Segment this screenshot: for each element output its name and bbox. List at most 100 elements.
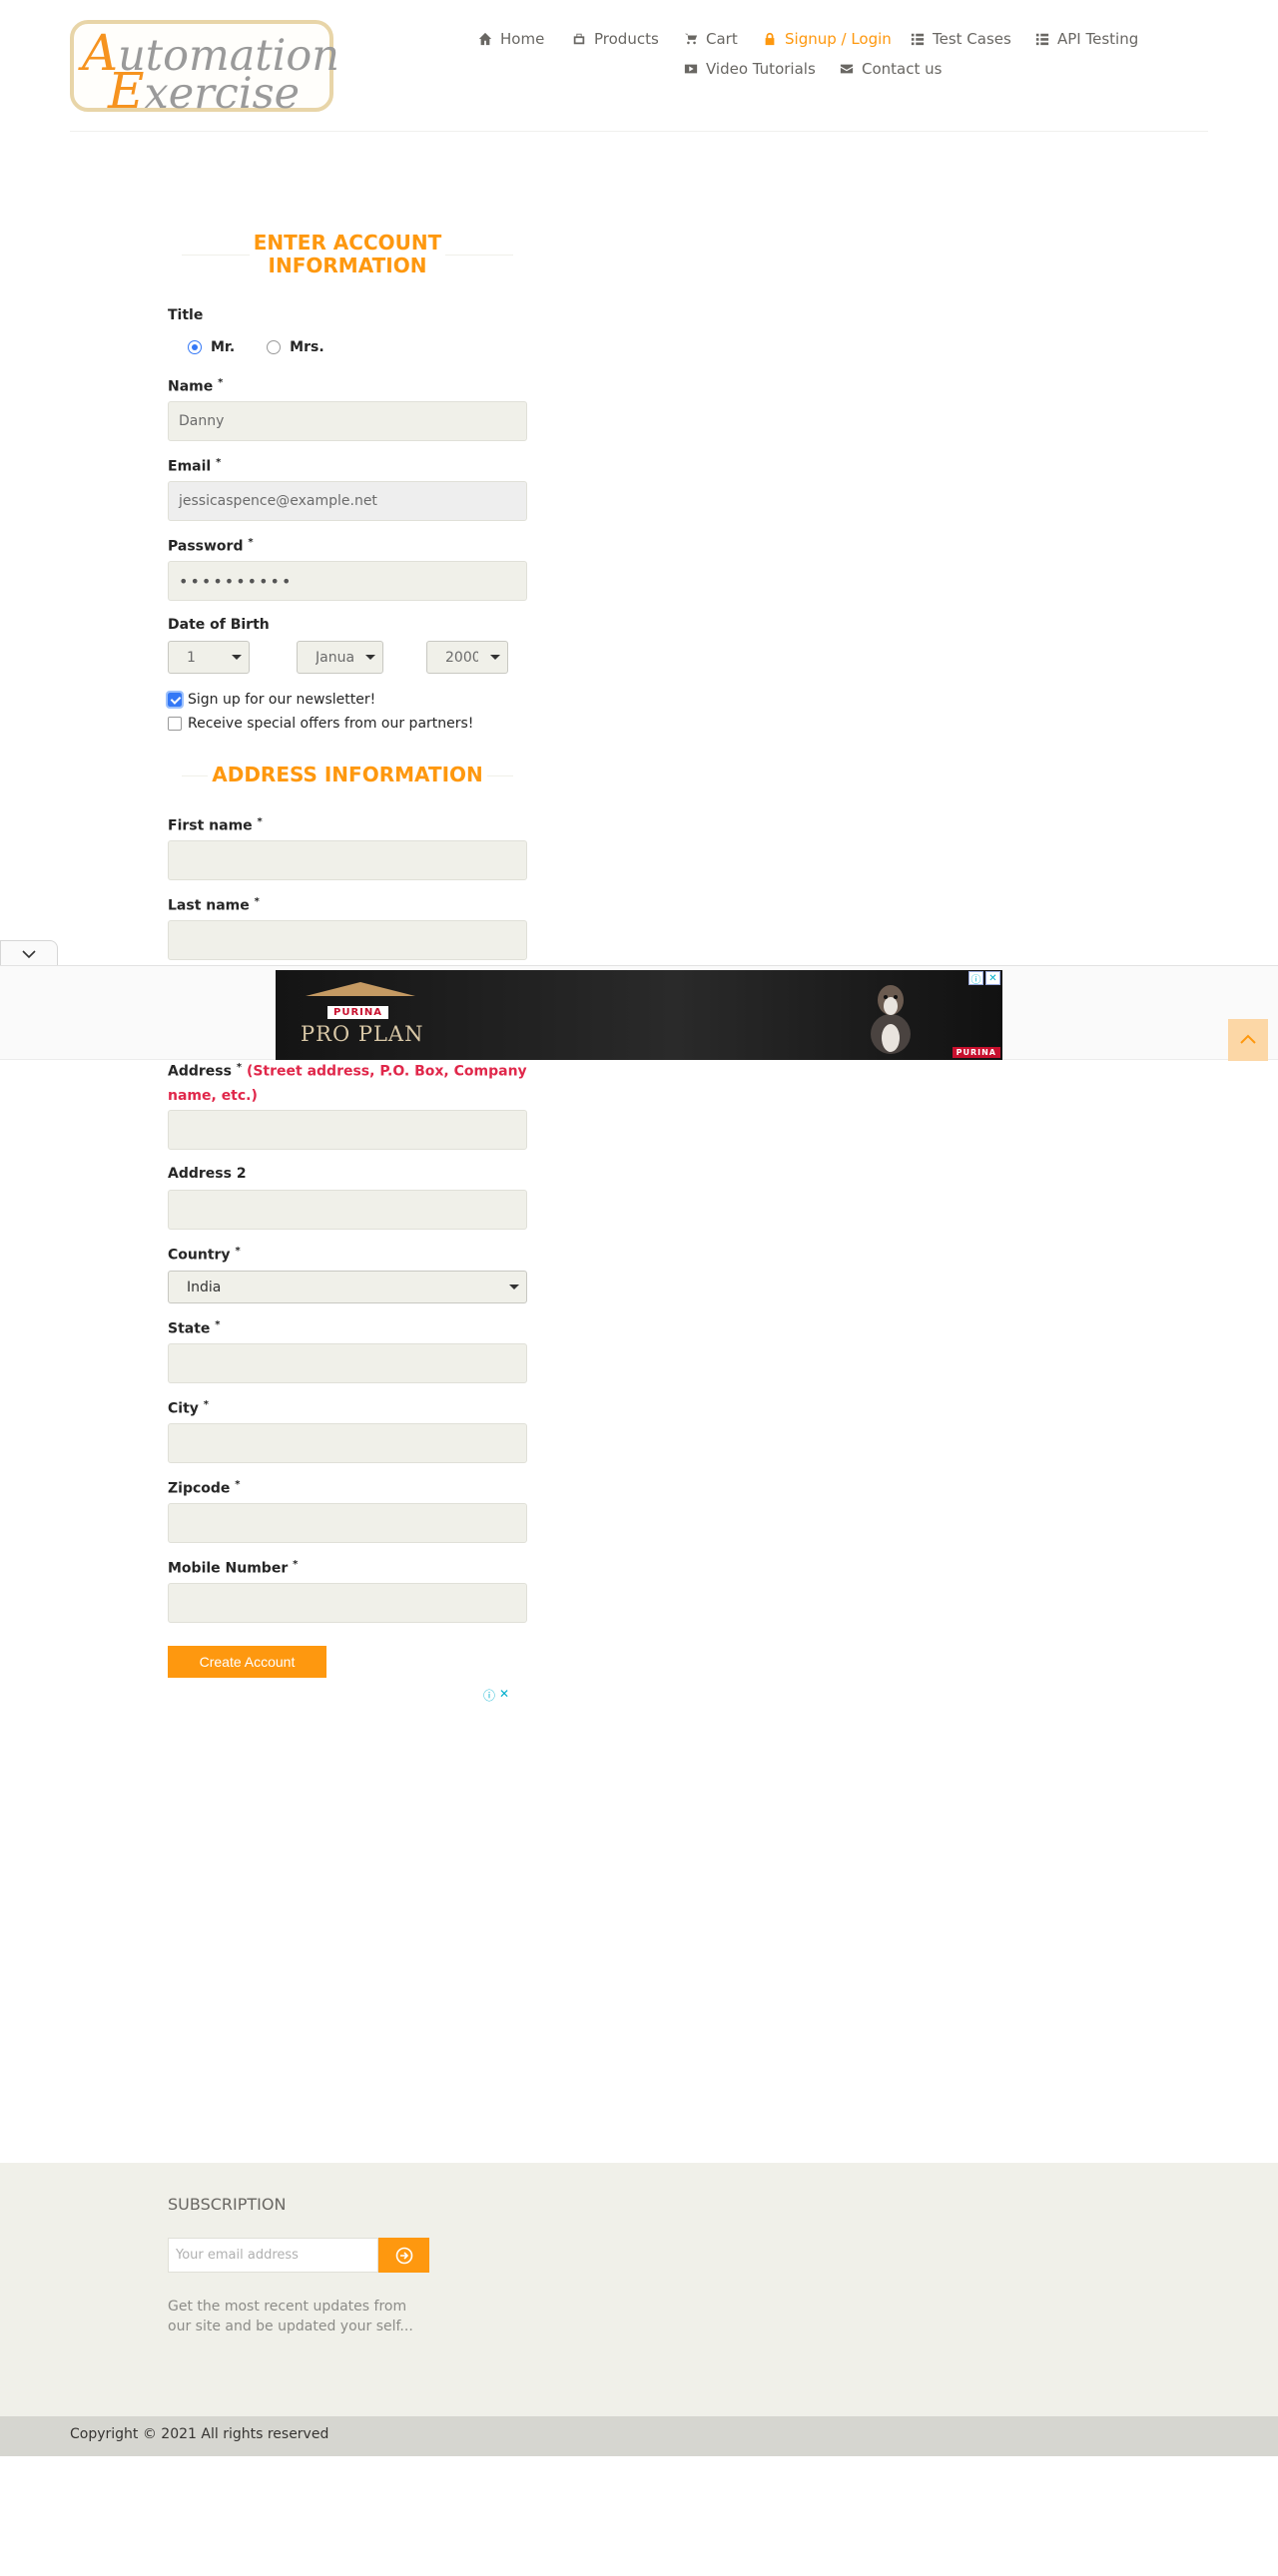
dob-month-value: January [316,649,355,666]
ad-choices[interactable]: ⓘ ✕ [968,971,1000,986]
info-icon[interactable]: ⓘ [968,971,983,986]
ad-brand-name: PRO PLAN [301,1022,424,1046]
nav-signup-login[interactable]: Signup / Login [763,28,892,50]
country-value: India [187,1279,222,1295]
offers-label: Receive special offers from our partners… [188,716,474,732]
nav-cart-label: Cart [706,30,738,48]
products-icon [573,33,585,45]
city-label: City * [168,1399,210,1417]
address-title: ADDRESS INFORMATION [212,763,483,786]
nav-products-label: Products [594,30,659,48]
city-field[interactable] [168,1423,527,1463]
dob-year-select[interactable]: 2000 [426,641,508,674]
name-label: Name * [168,377,224,395]
envelope-icon [840,64,854,74]
state-field[interactable] [168,1343,527,1383]
chevron-down-icon [490,655,500,660]
state-label: State * [168,1319,221,1337]
country-select[interactable]: India [168,1271,527,1303]
address-field[interactable] [168,1110,527,1150]
info-icon[interactable]: ⓘ [483,1687,495,1704]
title-mrs-option[interactable]: Mrs. [267,339,324,355]
nav-home-label: Home [500,30,545,48]
ad-banner[interactable]: PURINA PRO PLAN PURINA [276,970,1002,1060]
list-icon [911,33,925,46]
password-value: •••••••••• [179,571,294,591]
nav-products[interactable]: Products [572,28,659,50]
title-mr-option[interactable]: Mr. [188,339,235,355]
nav-api-testing-label: API Testing [1057,30,1139,48]
title-mr-label: Mr. [211,339,236,355]
first-name-label: First name * [168,816,263,834]
ad-collapse-tab[interactable] [0,940,58,966]
zipcode-label: Zipcode * [168,1479,241,1497]
title-mrs-radio[interactable] [267,340,282,354]
address2-label: Address 2 [168,1166,247,1182]
list-icon [1035,33,1049,46]
cart-icon [684,33,698,45]
copyright-text: Copyright © 2021 All rights reserved [70,2426,329,2442]
dob-label: Date of Birth [168,617,270,633]
subscription-email-input[interactable]: Your email address [168,2238,378,2273]
newsletter-checkbox[interactable] [166,691,184,709]
site-logo[interactable]: Automation Exercise [70,20,339,116]
subscription-email-placeholder: Your email address [176,2248,299,2263]
nav-home[interactable]: Home [478,28,544,50]
subscribe-button[interactable] [378,2238,429,2273]
arrow-circle-right-icon [395,2247,412,2264]
ad-roof-graphic [306,982,415,996]
home-icon [478,32,492,46]
title-mr-radio[interactable] [188,340,202,354]
subscription-title: SUBSCRIPTION [168,2195,287,2214]
close-icon[interactable]: ✕ [499,1687,509,1704]
nav-test-cases[interactable]: Test Cases [911,28,1011,50]
youtube-icon [684,64,698,74]
country-label: Country * [168,1246,241,1264]
email-field[interactable]: jessicaspence@example.net [168,481,527,521]
nav-api-testing[interactable]: API Testing [1035,28,1138,50]
newsletter-label: Sign up for our newsletter! [188,692,376,708]
mobile-label: Mobile Number * [168,1559,299,1577]
nav-video-tutorials-label: Video Tutorials [706,60,816,78]
nav-contact-us[interactable]: Contact us [840,58,942,80]
password-label: Password * [168,537,254,555]
close-icon[interactable]: ✕ [985,971,1000,985]
email-value: jessicaspence@example.net [179,493,377,509]
lock-icon [765,32,775,46]
offers-option[interactable]: Receive special offers from our partners… [168,716,473,732]
ad-brand-badge-small: PURINA [952,1047,1000,1058]
chevron-down-icon [22,950,36,959]
last-name-label: Last name * [168,896,260,914]
scroll-up-button[interactable] [1228,1019,1268,1061]
nav-signup-login-label: Signup / Login [785,30,892,48]
create-account-button[interactable]: Create Account [168,1646,326,1678]
mobile-field[interactable] [168,1583,527,1623]
nav-cart[interactable]: Cart [684,28,738,50]
newsletter-option[interactable]: Sign up for our newsletter! [166,691,376,709]
dob-year-value: 2000 [445,649,478,666]
account-section-title: ENTER ACCOUNT INFORMATION [168,232,527,277]
ad-choices-small[interactable]: ⓘ ✕ [483,1687,509,1704]
subscription-description: Get the most recent updates from our sit… [168,2299,413,2334]
address2-field[interactable] [168,1190,527,1230]
address-label: Address * (Street address, P.O. Box, Com… [168,1062,527,1104]
site-header: Automation Exercise Home Products Cart S… [0,0,1278,132]
zipcode-field[interactable] [168,1503,527,1543]
main-nav: Home Products Cart Signup / Login Test C… [459,28,1178,92]
chevron-up-icon [1240,1034,1256,1044]
offers-checkbox[interactable] [168,717,182,731]
chevron-down-icon [232,655,242,660]
dob-day-select[interactable]: 1 [168,641,250,674]
title-mrs-label: Mrs. [290,339,324,355]
last-name-field[interactable] [168,920,527,960]
first-name-field[interactable] [168,840,527,880]
dob-month-select[interactable]: January [297,641,383,674]
account-title-line-1: ENTER ACCOUNT [253,231,442,255]
password-field[interactable]: •••••••••• [168,561,527,601]
name-field[interactable]: Danny [168,401,527,441]
address-section-title: ADDRESS INFORMATION [168,764,527,786]
account-title-line-2: INFORMATION [268,254,427,277]
title-label: Title [168,307,204,323]
nav-video-tutorials[interactable]: Video Tutorials [684,58,816,80]
chevron-down-icon [365,655,375,660]
